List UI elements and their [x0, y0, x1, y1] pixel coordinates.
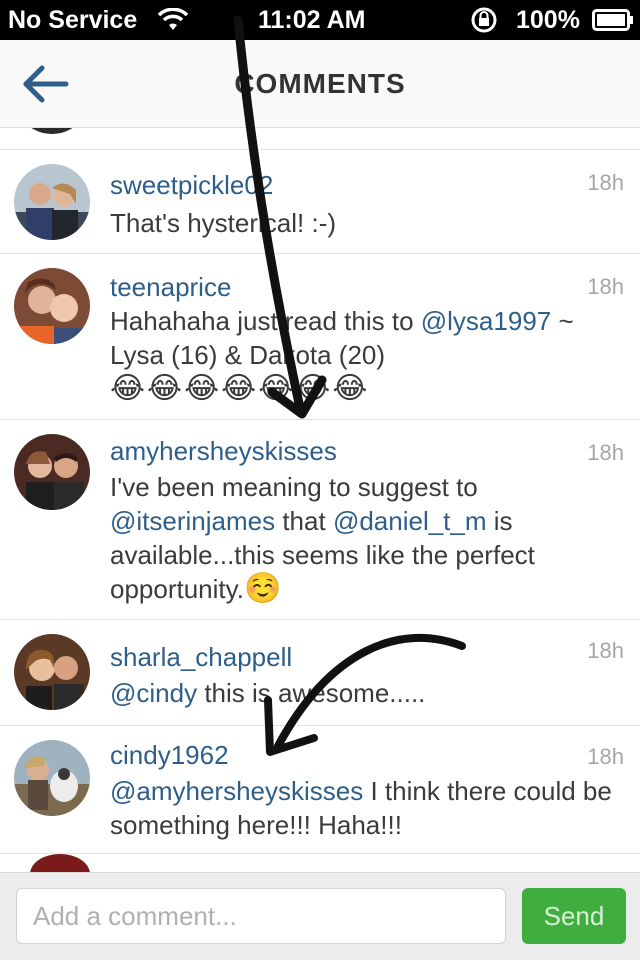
list-item — [0, 128, 640, 150]
comment-list[interactable]: sweetpickle02 18h That's hysterical! :-)… — [0, 128, 640, 872]
comment-row: sweetpickle02 18h That's hysterical! :-) — [0, 150, 640, 254]
comment-username[interactable]: sharla_chappell — [110, 642, 292, 673]
comment-text-part: this is awesome..... — [197, 678, 426, 708]
comment-composer: Send — [0, 872, 640, 960]
battery-percentage: 100% — [516, 6, 580, 34]
comment-username[interactable]: amyhersheyskisses — [110, 436, 337, 467]
comment-text-part: Hahahaha just read this to — [110, 306, 421, 336]
avatar[interactable] — [14, 164, 90, 240]
mention-link[interactable]: @lysa1997 — [421, 306, 551, 336]
avatar[interactable] — [14, 634, 90, 710]
comment-username[interactable]: sweetpickle02 — [110, 170, 273, 201]
comment-row: sharla_chappell 18h @cindy this is aweso… — [0, 620, 640, 726]
avatar — [14, 128, 90, 134]
comment-time: 18h — [587, 274, 624, 299]
page-title: COMMENTS — [234, 68, 406, 99]
comment-username[interactable]: cindy1962 — [110, 740, 229, 771]
carrier-label: No Service — [8, 6, 138, 34]
avatar[interactable] — [14, 434, 90, 510]
comment-row: teenaprice 18h Hahahaha just read this t… — [0, 254, 640, 420]
avatar[interactable] — [14, 740, 90, 816]
comment-text: @cindy this is awesome..... — [110, 676, 620, 710]
comment-text: @amyhersheyskisses I think there could b… — [110, 774, 620, 842]
send-button[interactable]: Send — [522, 888, 626, 944]
battery-icon — [592, 9, 634, 38]
rotation-lock-icon — [470, 6, 500, 41]
status-bar: No Service 11:02 AM 100% — [0, 0, 640, 40]
comment-time: 18h — [587, 440, 624, 465]
comment-row: cindy1962 18h @amyhersheyskisses I think… — [0, 726, 640, 854]
nav-header: COMMENTS — [0, 40, 640, 128]
comment-time: 18h — [587, 744, 624, 769]
list-item — [0, 854, 640, 872]
mention-link[interactable]: @itserinjames — [110, 506, 275, 536]
comment-time: 18h — [587, 638, 624, 663]
emoji-text: 😂😂😂😂😂😂😂 — [110, 372, 370, 405]
comment-text: Hahahaha just read this to @lysa1997 ~ L… — [110, 304, 620, 406]
comment-text-part: that — [275, 506, 333, 536]
avatar — [30, 854, 90, 872]
wifi-icon — [157, 7, 189, 39]
comment-text: That's hysterical! :-) — [110, 208, 337, 238]
status-time: 11:02 AM — [258, 6, 366, 34]
mention-link[interactable]: @cindy — [110, 678, 197, 708]
comment-input[interactable] — [16, 888, 506, 944]
mention-link[interactable]: @amyhersheyskisses — [110, 776, 363, 806]
mention-link[interactable]: @daniel_t_m — [333, 506, 487, 536]
avatar[interactable] — [14, 268, 90, 344]
emoji-text: ☺️ — [243, 572, 284, 605]
comment-text-part: I've been meaning to suggest to — [110, 472, 478, 502]
comment-username[interactable]: teenaprice — [110, 272, 231, 303]
comment-row: amyhersheyskisses 18h I've been meaning … — [0, 420, 640, 620]
comment-text: I've been meaning to suggest to @itserin… — [110, 470, 620, 606]
comment-time: 18h — [587, 170, 624, 195]
